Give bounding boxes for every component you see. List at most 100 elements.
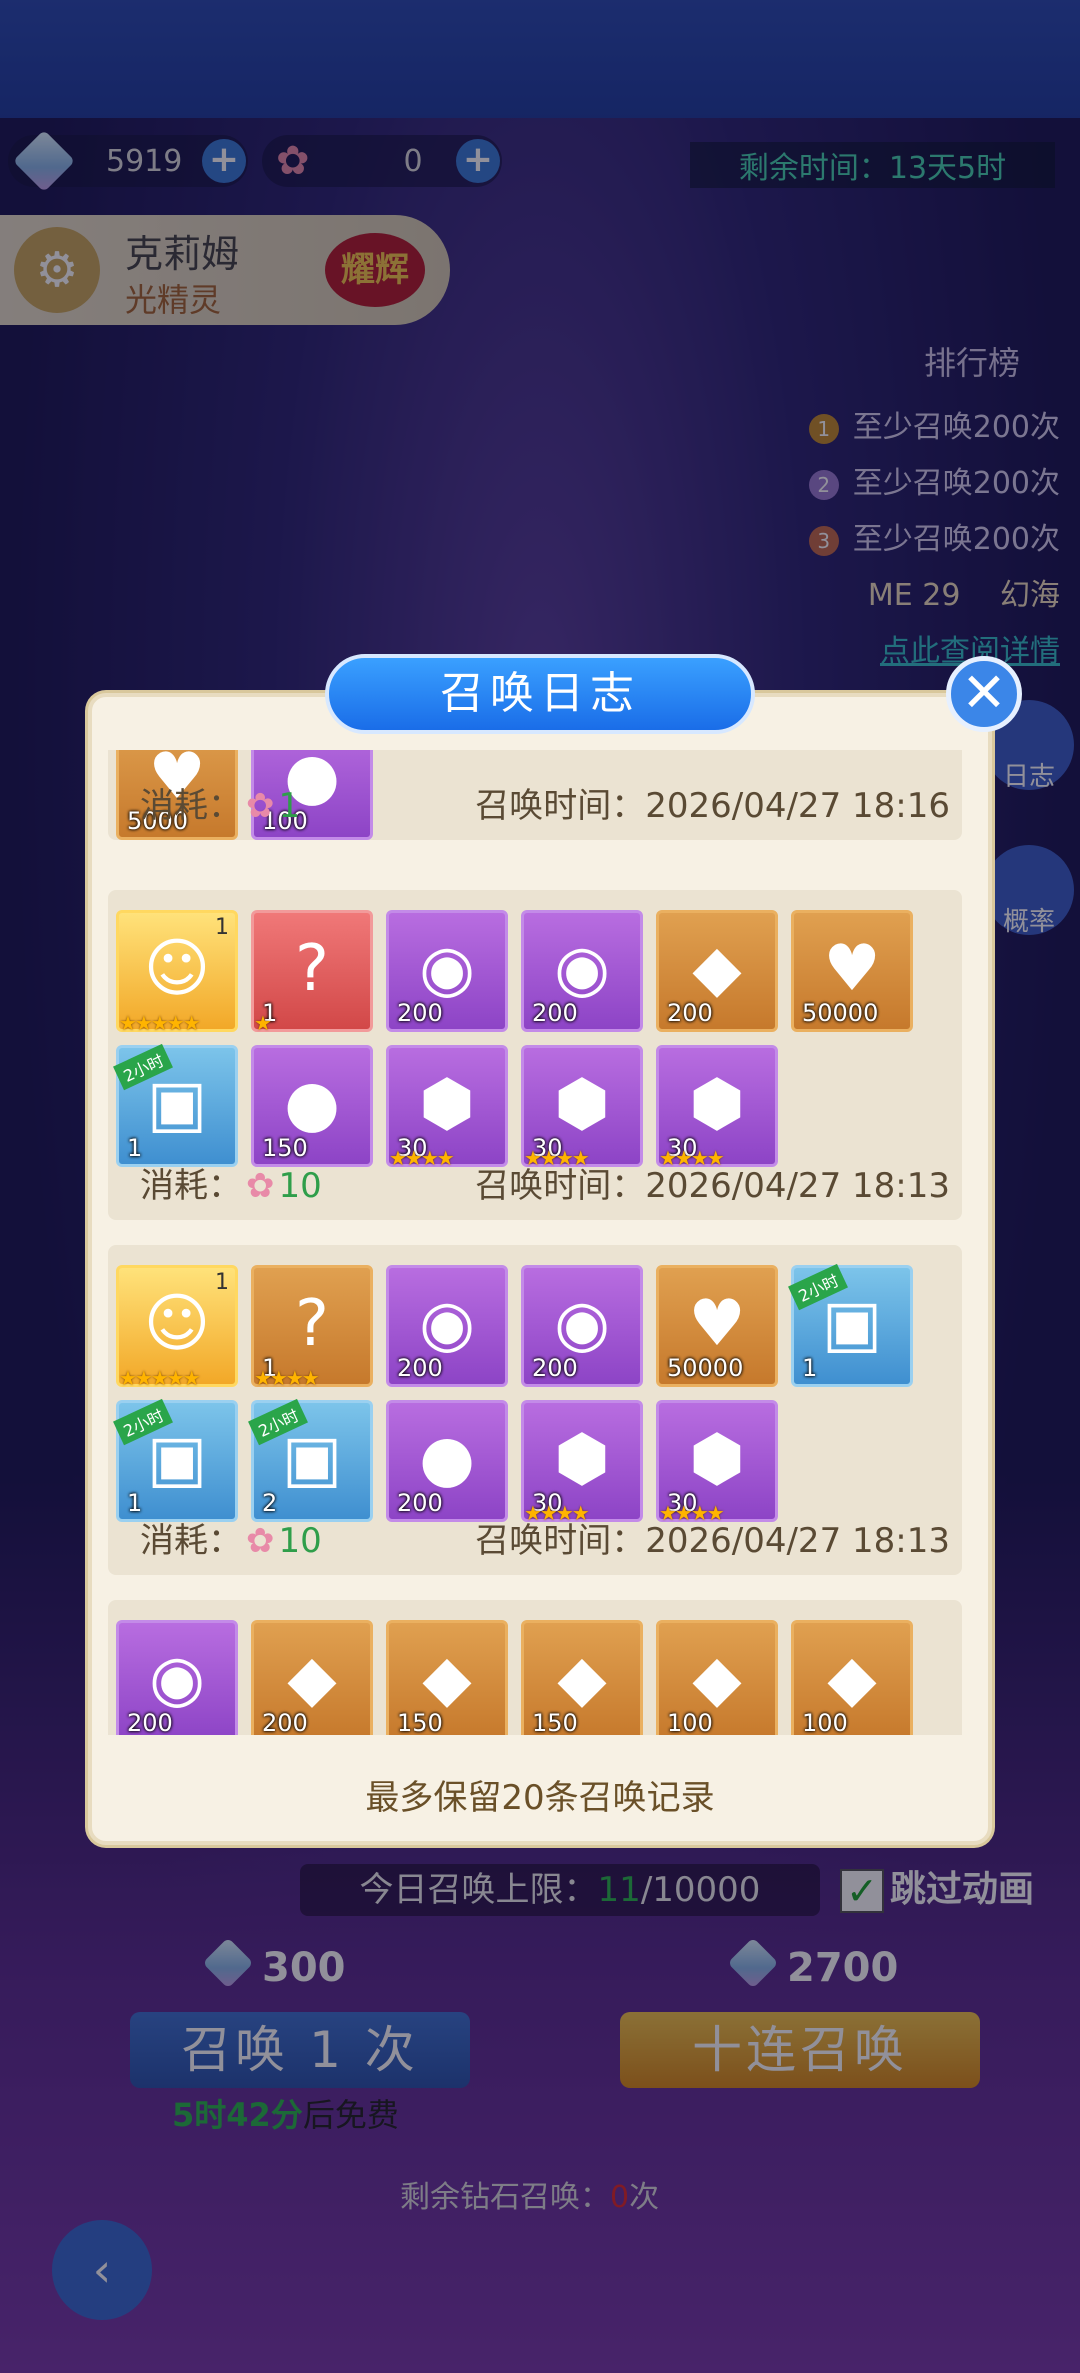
reward-item[interactable]: ▣ 2小时 1 xyxy=(113,1043,238,1167)
reward-item[interactable]: ◆ 100 xyxy=(656,1620,778,1735)
gem-icon: ◆ xyxy=(692,931,742,1006)
exp-heart-icon: ♥ xyxy=(823,931,881,1006)
reward-item[interactable]: ● 200 xyxy=(386,1400,508,1522)
chest-icon: ▣ xyxy=(146,1421,208,1496)
consume-amount: 10 xyxy=(278,1166,322,1206)
item-level: 1 xyxy=(215,915,229,940)
gem-icon: ◆ xyxy=(692,1641,742,1716)
record-meta: 消耗： ✿ 1 召唤时间：2026/04/27 18:16 xyxy=(140,778,950,827)
reward-item[interactable]: ⬢ 30 ★★★★ xyxy=(521,1400,643,1525)
item-quantity: 150 xyxy=(532,1709,578,1735)
reward-item[interactable]: ☺ 1 ★★★★★ xyxy=(116,1265,238,1390)
item-quantity: 150 xyxy=(397,1709,443,1735)
item-quantity: 50000 xyxy=(667,1354,744,1382)
time-value: 2026/04/27 18:13 xyxy=(645,1521,950,1561)
record-meta: 消耗： ✿ 10 召唤时间：2026/04/27 18:13 xyxy=(140,1513,950,1562)
time-value: 2026/04/27 18:13 xyxy=(645,1166,950,1206)
item-quantity: 100 xyxy=(667,1709,713,1735)
reward-item[interactable]: ⬢ 30 ★★★★ xyxy=(656,1045,778,1170)
summon-log-list[interactable]: ♥ 5000 ● 100 消耗： ✿ 1 召唤时间：2026/04/27 18:16 ☺ 1 ★★★… xyxy=(108,750,972,1735)
reward-item[interactable]: ◆ 200 xyxy=(656,910,778,1032)
crystal-ball-icon: ◉ xyxy=(554,1286,610,1361)
gem-icon: ◆ xyxy=(557,1641,607,1716)
egg-icon: ● xyxy=(419,1421,475,1496)
crystal-ball-icon: ◉ xyxy=(149,1641,205,1716)
item-quantity: 200 xyxy=(397,999,443,1027)
reward-item[interactable]: ♥ 50000 xyxy=(656,1265,778,1387)
log-record: ♥ 5000 ● 100 消耗： ✿ 1 召唤时间：2026/04/27 18:16 xyxy=(108,750,962,840)
crystal-ball-icon: ◉ xyxy=(419,1286,475,1361)
consume-amount: 1 xyxy=(278,786,301,826)
summon-time: 召唤时间：2026/04/27 18:16 xyxy=(475,778,950,827)
reward-item[interactable]: ◉ 200 xyxy=(521,1265,643,1387)
flower-icon: ✿ xyxy=(246,786,275,826)
item-quantity: 200 xyxy=(127,1709,173,1735)
reward-item[interactable]: ● 150 xyxy=(251,1045,373,1167)
crystal-ball-icon: ◉ xyxy=(419,931,475,1006)
time-value: 2026/04/27 18:16 xyxy=(645,786,950,826)
gem-icon: ◆ xyxy=(422,1641,472,1716)
mystery-box-icon: ? xyxy=(295,1286,329,1361)
reward-item[interactable]: ◆ 100 xyxy=(791,1620,913,1735)
time-label: 召唤时间： xyxy=(475,786,646,826)
item-quantity: 200 xyxy=(397,1354,443,1382)
reward-item[interactable]: ? 1 ★★★★ xyxy=(251,1265,373,1390)
flower-icon: ✿ xyxy=(246,1166,275,1206)
log-record: ☺ 1 ★★★★★? 1 ★ ◉ 200 ◉ 200 ◆ 200 ♥ 50000 ▣ 2小时 1 ● 150 ⬢ 30… xyxy=(108,890,962,1220)
reward-item[interactable]: ▣ 2小时 1 xyxy=(788,1263,913,1387)
item-quantity: 200 xyxy=(262,1709,308,1735)
item-quantity: 100 xyxy=(802,1709,848,1735)
purple-shard-icon: ⬢ xyxy=(554,1066,610,1141)
item-quantity: 200 xyxy=(532,999,578,1027)
summon-time: 召唤时间：2026/04/27 18:13 xyxy=(475,1513,950,1562)
consume-label: 消耗： xyxy=(140,1521,242,1561)
reward-item[interactable]: ⬢ 30 ★★★★ xyxy=(386,1045,508,1170)
purple-shard-icon: ⬢ xyxy=(689,1066,745,1141)
reward-item[interactable]: ♥ 50000 xyxy=(791,910,913,1032)
purple-shard-icon: ⬢ xyxy=(419,1066,475,1141)
flower-icon: ✿ xyxy=(246,1521,275,1561)
star-rating: ★★★★★ xyxy=(119,1011,201,1035)
dialog-title: 召唤日志 xyxy=(325,654,755,734)
item-quantity: 1 xyxy=(802,1354,818,1382)
star-rating: ★ xyxy=(254,1011,272,1035)
exp-heart-icon: ♥ xyxy=(688,1286,746,1361)
close-button[interactable]: ✕ xyxy=(946,656,1022,732)
record-meta: 消耗： ✿ 10 召唤时间：2026/04/27 18:13 xyxy=(140,1158,950,1207)
reward-item[interactable]: ◉ 200 xyxy=(386,910,508,1032)
purple-shard-icon: ⬢ xyxy=(554,1421,610,1496)
reward-item[interactable]: ⬢ 30 ★★★★ xyxy=(656,1400,778,1525)
egg-icon: ● xyxy=(284,1066,340,1141)
reward-item[interactable]: ◉ 200 xyxy=(386,1265,508,1387)
reward-item[interactable]: ⬢ 30 ★★★★ xyxy=(521,1045,643,1170)
mystery-box-icon: ? xyxy=(295,931,329,1006)
gem-icon: ◆ xyxy=(827,1641,877,1716)
reward-item[interactable]: ▣ 2小时 2 xyxy=(248,1398,373,1522)
reward-item[interactable]: ☺ 1 ★★★★★ xyxy=(116,910,238,1035)
item-quantity: 200 xyxy=(667,999,713,1027)
consume-amount: 10 xyxy=(278,1521,322,1561)
time-label: 召唤时间： xyxy=(475,1521,646,1561)
retention-note: 最多保留20条召唤记录 xyxy=(365,1778,715,1818)
reward-item[interactable]: ◉ 200 xyxy=(521,910,643,1032)
purple-shard-icon: ⬢ xyxy=(689,1421,745,1496)
item-quantity: 200 xyxy=(532,1354,578,1382)
coin-chest-icon: ▣ xyxy=(281,1421,343,1496)
consume-label: 消耗： xyxy=(140,1166,242,1206)
reward-item[interactable]: ◆ 150 xyxy=(386,1620,508,1735)
reward-item[interactable]: ◆ 200 xyxy=(251,1620,373,1735)
reward-item[interactable]: ▣ 2小时 1 xyxy=(113,1398,238,1522)
elf-card-icon: ☺ xyxy=(143,931,211,1006)
close-icon: ✕ xyxy=(961,661,1007,724)
summon-time: 召唤时间：2026/04/27 18:13 xyxy=(475,1158,950,1207)
item-level: 1 xyxy=(215,1270,229,1295)
star-rating: ★★★★ xyxy=(254,1366,320,1390)
log-record: ◉ 200 ◆ 200 ◆ 150 ◆ 150 ◆ 100 ◆ 100 xyxy=(108,1600,962,1735)
reward-item[interactable]: ◉ 200 xyxy=(116,1620,238,1735)
reward-item[interactable]: ? 1 ★ xyxy=(251,910,373,1035)
reward-item[interactable]: ◆ 150 xyxy=(521,1620,643,1735)
item-quantity: 50000 xyxy=(802,999,879,1027)
crystal-ball-icon: ◉ xyxy=(554,931,610,1006)
log-record: ☺ 1 ★★★★★? 1 ★★★★ ◉ 200 ◉ 200 ♥ 50000 ▣ 2小时 1 ▣ 2小时 1 ▣ 2小… xyxy=(108,1245,962,1575)
chest-icon: ▣ xyxy=(146,1066,208,1141)
